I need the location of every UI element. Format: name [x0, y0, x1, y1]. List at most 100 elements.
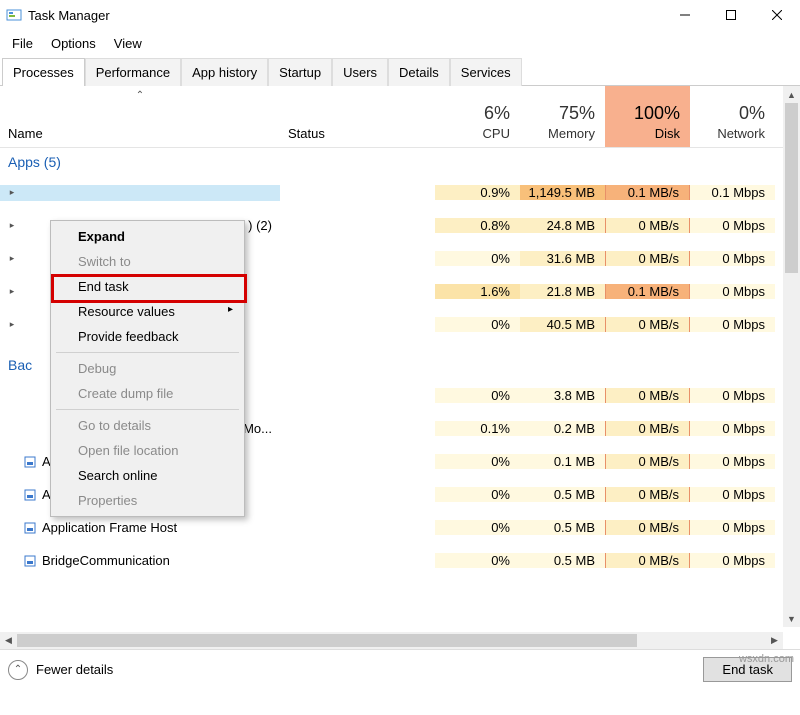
ctx-provide-feedback[interactable]: Provide feedback: [54, 324, 241, 349]
cell-cpu: 0%: [435, 487, 520, 502]
ctx-resource-values[interactable]: Resource values ▸: [54, 299, 241, 324]
cell-cpu: 0%: [435, 251, 520, 266]
cell-disk: 0.1 MB/s: [605, 284, 690, 299]
cell-cpu: 0.9%: [435, 185, 520, 200]
ctx-debug[interactable]: Debug: [54, 356, 241, 381]
header-memory-label: Memory: [548, 126, 595, 141]
scroll-down-button[interactable]: ▼: [783, 610, 800, 627]
header-status[interactable]: Status: [280, 86, 435, 147]
scroll-left-button[interactable]: ◀: [0, 632, 17, 649]
ctx-switch-to[interactable]: Switch to: [54, 249, 241, 274]
cell-memory: 0.5 MB: [520, 553, 605, 568]
header-name-label: Name: [8, 126, 272, 141]
header-network[interactable]: 0% Network: [690, 86, 775, 147]
header-disk-pct: 100%: [634, 103, 680, 124]
context-menu: Expand Switch to End task Resource value…: [50, 220, 245, 517]
tab-app-history[interactable]: App history: [181, 58, 268, 86]
ctx-resource-values-label: Resource values: [78, 304, 175, 319]
scroll-thumb[interactable]: [17, 634, 637, 647]
cell-cpu: 0.8%: [435, 218, 520, 233]
chevron-right-icon[interactable]: ▸: [6, 319, 18, 331]
cell-disk: 0 MB/s: [605, 520, 690, 535]
cell-cpu: 1.6%: [435, 284, 520, 299]
app-process-icon: [22, 520, 38, 536]
cell-memory: 24.8 MB: [520, 218, 605, 233]
scroll-right-button[interactable]: ▶: [766, 632, 783, 649]
cell-memory: 21.8 MB: [520, 284, 605, 299]
table-row[interactable]: ▸ 0.9% 1,149.5 MB 0.1 MB/s 0.1 Mbps: [0, 176, 800, 209]
fewer-details-link[interactable]: Fewer details: [36, 662, 113, 677]
cell-disk: 0 MB/s: [605, 454, 690, 469]
tab-startup[interactable]: Startup: [268, 58, 332, 86]
tab-performance[interactable]: Performance: [85, 58, 181, 86]
ctx-search-online[interactable]: Search online: [54, 463, 241, 488]
tab-strip: Processes Performance App history Startu…: [0, 57, 800, 86]
cell-cpu: 0%: [435, 317, 520, 332]
chevron-right-icon[interactable]: ▸: [6, 286, 18, 298]
cell-network: 0 Mbps: [690, 454, 775, 469]
app-process-icon: [22, 454, 38, 470]
row-name: Mo...: [243, 421, 280, 436]
group-apps[interactable]: Apps (5): [0, 148, 800, 176]
app-process-icon: [22, 421, 38, 437]
header-network-pct: 0%: [739, 103, 765, 124]
header-memory[interactable]: 75% Memory: [520, 86, 605, 147]
header-cpu-pct: 6%: [484, 103, 510, 124]
tab-services[interactable]: Services: [450, 58, 522, 86]
cell-network: 0 Mbps: [690, 553, 775, 568]
tab-processes[interactable]: Processes: [2, 58, 85, 86]
menu-options[interactable]: Options: [43, 32, 104, 55]
header-disk[interactable]: 100% Disk: [605, 86, 690, 147]
cell-disk: 0 MB/s: [605, 388, 690, 403]
window-title: Task Manager: [28, 8, 662, 23]
cell-disk: 0 MB/s: [605, 553, 690, 568]
tab-users[interactable]: Users: [332, 58, 388, 86]
row-name: ) (2): [248, 218, 280, 233]
cell-memory: 0.2 MB: [520, 421, 605, 436]
header-memory-pct: 75%: [559, 103, 595, 124]
cell-cpu: 0%: [435, 388, 520, 403]
ctx-go-to-details[interactable]: Go to details: [54, 413, 241, 438]
cell-memory: 0.1 MB: [520, 454, 605, 469]
separator: [56, 409, 239, 410]
maximize-button[interactable]: [708, 0, 754, 30]
chevron-right-icon[interactable]: ▸: [6, 187, 18, 199]
close-button[interactable]: [754, 0, 800, 30]
watermark: wsxdn.com: [739, 653, 794, 665]
cell-disk: 0 MB/s: [605, 218, 690, 233]
ctx-expand[interactable]: Expand: [54, 224, 241, 249]
menu-file[interactable]: File: [4, 32, 41, 55]
ctx-open-file-location[interactable]: Open file location: [54, 438, 241, 463]
cell-network: 0.1 Mbps: [690, 185, 775, 200]
header-name[interactable]: ⌃ Name: [0, 86, 280, 147]
row-name: Application Frame Host: [42, 520, 177, 535]
chevron-right-icon[interactable]: ▸: [6, 220, 18, 232]
chevron-right-icon: ▸: [228, 304, 233, 315]
scroll-thumb[interactable]: [785, 103, 798, 273]
chevron-right-icon[interactable]: ▸: [6, 253, 18, 265]
app-process-icon: [22, 388, 38, 404]
cell-disk: 0 MB/s: [605, 317, 690, 332]
table-row[interactable]: BridgeCommunication 0% 0.5 MB 0 MB/s 0 M…: [0, 544, 800, 577]
chevron-up-icon[interactable]: ⌃: [8, 660, 28, 680]
vertical-scrollbar[interactable]: ▲ ▼: [783, 86, 800, 627]
menu-view[interactable]: View: [106, 32, 150, 55]
app-process-icon: [22, 553, 38, 569]
cell-cpu: 0%: [435, 553, 520, 568]
header-cpu[interactable]: 6% CPU: [435, 86, 520, 147]
horizontal-scrollbar[interactable]: ◀ ▶: [0, 632, 783, 649]
app-icon: [6, 7, 22, 23]
ctx-end-task[interactable]: End task: [54, 274, 241, 299]
minimize-button[interactable]: [662, 0, 708, 30]
cell-network: 0 Mbps: [690, 284, 775, 299]
column-headers: ⌃ Name Status 6% CPU 75% Memory 100% Dis…: [0, 86, 800, 148]
scroll-up-button[interactable]: ▲: [783, 86, 800, 103]
row-name: BridgeCommunication: [42, 553, 170, 568]
cell-cpu: 0.1%: [435, 421, 520, 436]
cell-memory: 31.6 MB: [520, 251, 605, 266]
ctx-properties[interactable]: Properties: [54, 488, 241, 513]
title-bar: Task Manager: [0, 0, 800, 30]
ctx-create-dump[interactable]: Create dump file: [54, 381, 241, 406]
tab-details[interactable]: Details: [388, 58, 450, 86]
header-network-label: Network: [717, 126, 765, 141]
